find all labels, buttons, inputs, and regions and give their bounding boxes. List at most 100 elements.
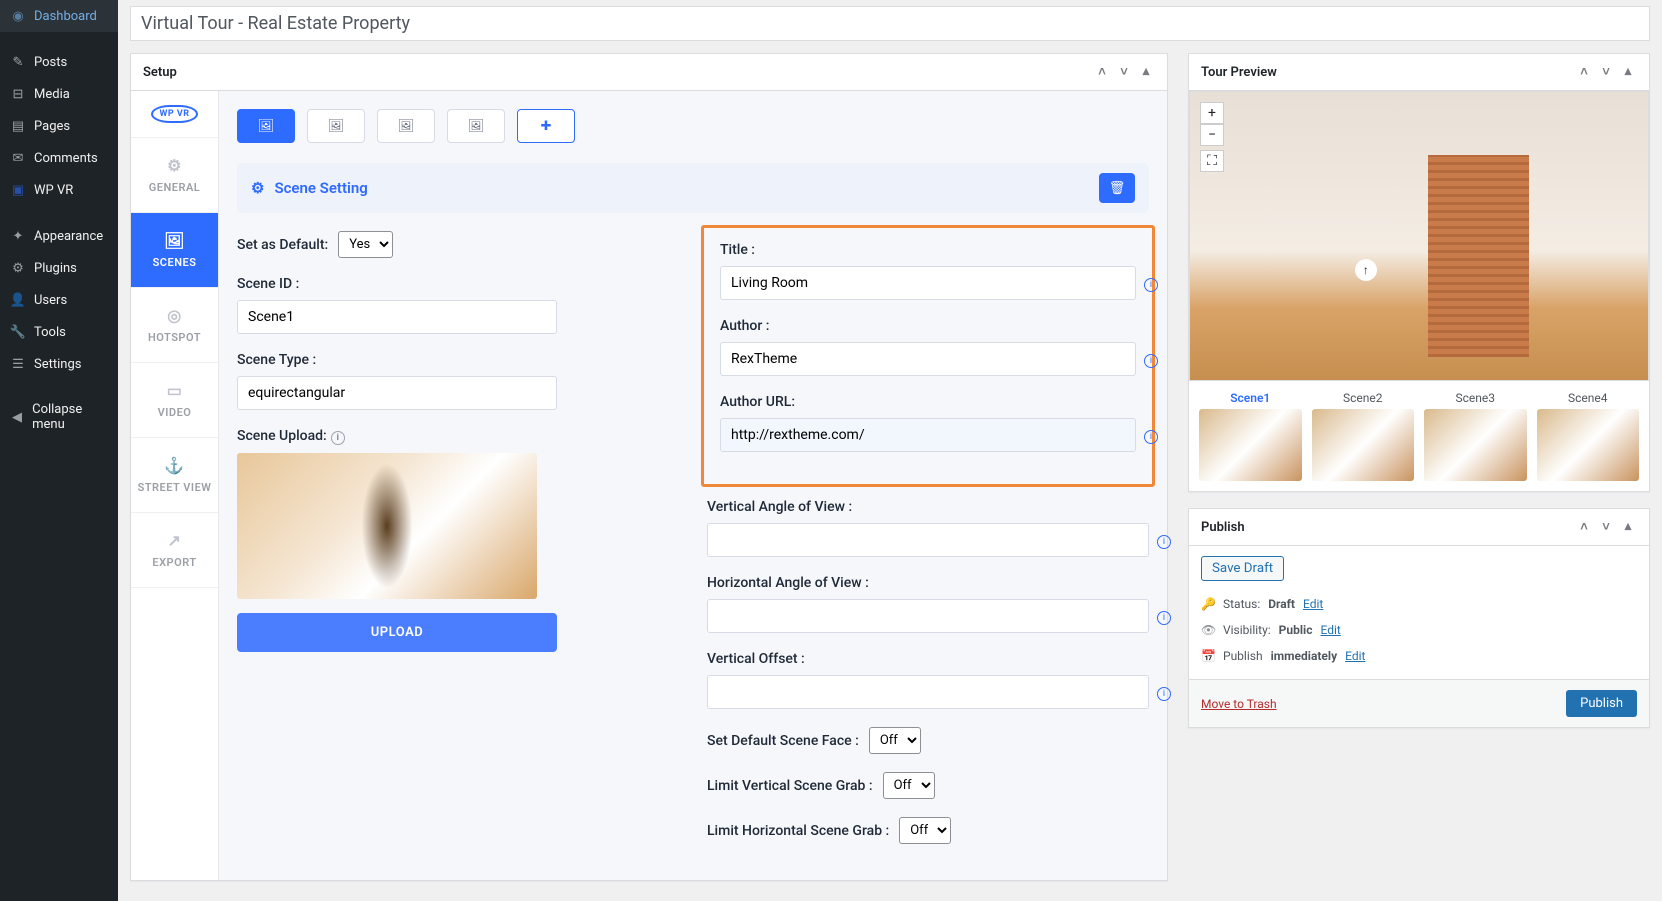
set-default-label: Set as Default: bbox=[237, 237, 328, 253]
publish-button[interactable]: Publish bbox=[1566, 690, 1637, 717]
edit-visibility-link[interactable]: Edit bbox=[1320, 623, 1340, 637]
def-scene-face-select[interactable]: Off bbox=[869, 727, 921, 754]
scene-type-label: Scene Type : bbox=[237, 352, 679, 368]
info-icon[interactable]: i bbox=[1144, 354, 1158, 368]
panel-up-icon[interactable]: ˄ bbox=[1575, 519, 1593, 535]
publish-panel: Publish ˄˅▴ Save Draft 🔑Status: Draft Ed… bbox=[1188, 508, 1650, 728]
author-input[interactable] bbox=[720, 342, 1136, 376]
vtab-video[interactable]: ▭VIDEO bbox=[131, 363, 218, 438]
collapse-menu[interactable]: ◀Collapse menu bbox=[0, 394, 118, 440]
menu-comments[interactable]: ✉Comments bbox=[0, 142, 118, 174]
panel-up-icon[interactable]: ˄ bbox=[1575, 64, 1593, 80]
scene-tab-2[interactable]: 🖼 bbox=[307, 109, 365, 143]
comment-icon: ✉ bbox=[10, 150, 26, 166]
pin-icon: ✎ bbox=[10, 54, 26, 70]
info-icon[interactable]: i bbox=[1157, 687, 1171, 701]
panel-up-icon[interactable]: ˄ bbox=[1093, 64, 1111, 80]
vtab-export[interactable]: ↗EXPORT bbox=[131, 513, 218, 588]
author-label: Author : bbox=[720, 318, 1136, 334]
vr-icon: ▣ bbox=[10, 182, 26, 198]
info-icon[interactable]: i bbox=[1144, 278, 1158, 292]
title-input[interactable] bbox=[720, 266, 1136, 300]
scene-tab-4[interactable]: 🖼 bbox=[447, 109, 505, 143]
vtab-hotspot[interactable]: ◎HOTSPOT bbox=[131, 288, 218, 363]
title-label: Title : bbox=[720, 242, 1136, 258]
info-icon[interactable]: i bbox=[1157, 611, 1171, 625]
menu-pages[interactable]: ▤Pages bbox=[0, 110, 118, 142]
target-icon: ◎ bbox=[137, 306, 212, 325]
panorama-preview[interactable]: + − ⛶ ↑ bbox=[1189, 91, 1649, 381]
horiz-angle-input[interactable] bbox=[707, 599, 1149, 633]
image-icon: 🖼 bbox=[468, 119, 485, 134]
scene-image-preview bbox=[237, 453, 537, 599]
delete-scene-button[interactable]: 🗑 bbox=[1099, 173, 1135, 203]
menu-appearance[interactable]: ✦Appearance bbox=[0, 220, 118, 252]
info-icon[interactable]: i bbox=[331, 431, 345, 445]
panel-toggle-icon[interactable]: ▴ bbox=[1619, 519, 1637, 535]
vert-angle-input[interactable] bbox=[707, 523, 1149, 557]
publish-header: Publish bbox=[1201, 520, 1245, 535]
gauge-icon: ◉ bbox=[10, 8, 26, 24]
image-icon: 🖼 bbox=[258, 119, 275, 134]
plug-icon: ⚙ bbox=[10, 260, 26, 276]
author-url-label: Author URL: bbox=[720, 394, 1136, 410]
vert-angle-label: Vertical Angle of View : bbox=[707, 499, 1149, 515]
menu-users[interactable]: 👤Users bbox=[0, 284, 118, 316]
hotspot-arrow-icon[interactable]: ↑ bbox=[1355, 259, 1377, 281]
thumb-scene4[interactable]: Scene4 bbox=[1537, 391, 1640, 481]
fullscreen-button[interactable]: ⛶ bbox=[1200, 150, 1224, 172]
page-title-input[interactable] bbox=[130, 6, 1650, 41]
media-icon: ⊟ bbox=[10, 86, 26, 102]
panel-down-icon[interactable]: ˅ bbox=[1597, 519, 1615, 535]
move-to-trash-link[interactable]: Move to Trash bbox=[1201, 697, 1277, 711]
menu-media[interactable]: ⊟Media bbox=[0, 78, 118, 110]
panel-toggle-icon[interactable]: ▴ bbox=[1137, 64, 1155, 80]
edit-schedule-link[interactable]: Edit bbox=[1345, 649, 1365, 663]
page-icon: ▤ bbox=[10, 118, 26, 134]
vtab-general[interactable]: ⚙GENERAL bbox=[131, 138, 218, 213]
scene-upload-label: Scene Upload:i bbox=[237, 428, 679, 445]
vtab-scenes[interactable]: 🖼SCENES bbox=[131, 213, 218, 288]
menu-dashboard[interactable]: ◉Dashboard bbox=[0, 0, 118, 32]
author-url-input[interactable] bbox=[720, 418, 1136, 452]
scene-tab-3[interactable]: 🖼 bbox=[377, 109, 435, 143]
scene-id-label: Scene ID : bbox=[237, 276, 679, 292]
info-icon[interactable]: i bbox=[1157, 535, 1171, 549]
upload-button[interactable]: UPLOAD bbox=[237, 613, 557, 652]
tour-preview-panel: Tour Preview ˄˅▴ + − ⛶ ↑ Scene1 Scene2 S… bbox=[1188, 53, 1650, 492]
menu-wpvr[interactable]: ▣WP VR bbox=[0, 174, 118, 206]
export-icon: ↗ bbox=[137, 531, 212, 550]
thumb-scene2[interactable]: Scene2 bbox=[1312, 391, 1415, 481]
scene-tab-1[interactable]: 🖼 bbox=[237, 109, 295, 143]
set-default-select[interactable]: Yes bbox=[338, 231, 393, 258]
panel-toggle-icon[interactable]: ▴ bbox=[1619, 64, 1637, 80]
panel-down-icon[interactable]: ˅ bbox=[1115, 64, 1133, 80]
vert-offset-input[interactable] bbox=[707, 675, 1149, 709]
gear-icon: ⚙ bbox=[251, 179, 264, 197]
menu-tools[interactable]: 🔧Tools bbox=[0, 316, 118, 348]
menu-settings[interactable]: ☰Settings bbox=[0, 348, 118, 380]
limit-vert-select[interactable]: Off bbox=[883, 772, 935, 799]
menu-posts[interactable]: ✎Posts bbox=[0, 46, 118, 78]
vtab-street[interactable]: ⚓STREET VIEW bbox=[131, 438, 218, 513]
edit-status-link[interactable]: Edit bbox=[1303, 597, 1323, 611]
trash-icon: 🗑 bbox=[1109, 181, 1126, 196]
scene-tab-add[interactable]: ✚ bbox=[517, 109, 575, 143]
zoom-in-button[interactable]: + bbox=[1200, 102, 1224, 124]
user-icon: 👤 bbox=[10, 292, 26, 308]
thumb-scene3[interactable]: Scene3 bbox=[1424, 391, 1527, 481]
save-draft-button[interactable]: Save Draft bbox=[1201, 556, 1284, 581]
panel-down-icon[interactable]: ˅ bbox=[1597, 64, 1615, 80]
wrench-icon: 🔧 bbox=[10, 324, 26, 340]
key-icon: 🔑 bbox=[1201, 597, 1215, 611]
info-icon[interactable]: i bbox=[1144, 430, 1158, 444]
menu-plugins[interactable]: ⚙Plugins bbox=[0, 252, 118, 284]
zoom-out-button[interactable]: − bbox=[1200, 124, 1224, 146]
brick-wall bbox=[1428, 155, 1529, 357]
thumb-scene1[interactable]: Scene1 bbox=[1199, 391, 1302, 481]
limit-horiz-select[interactable]: Off bbox=[899, 817, 951, 844]
scene-id-input[interactable] bbox=[237, 300, 557, 334]
image-icon: 🖼 bbox=[398, 119, 415, 134]
image-icon: 🖼 bbox=[328, 119, 345, 134]
scene-type-input[interactable] bbox=[237, 376, 557, 410]
